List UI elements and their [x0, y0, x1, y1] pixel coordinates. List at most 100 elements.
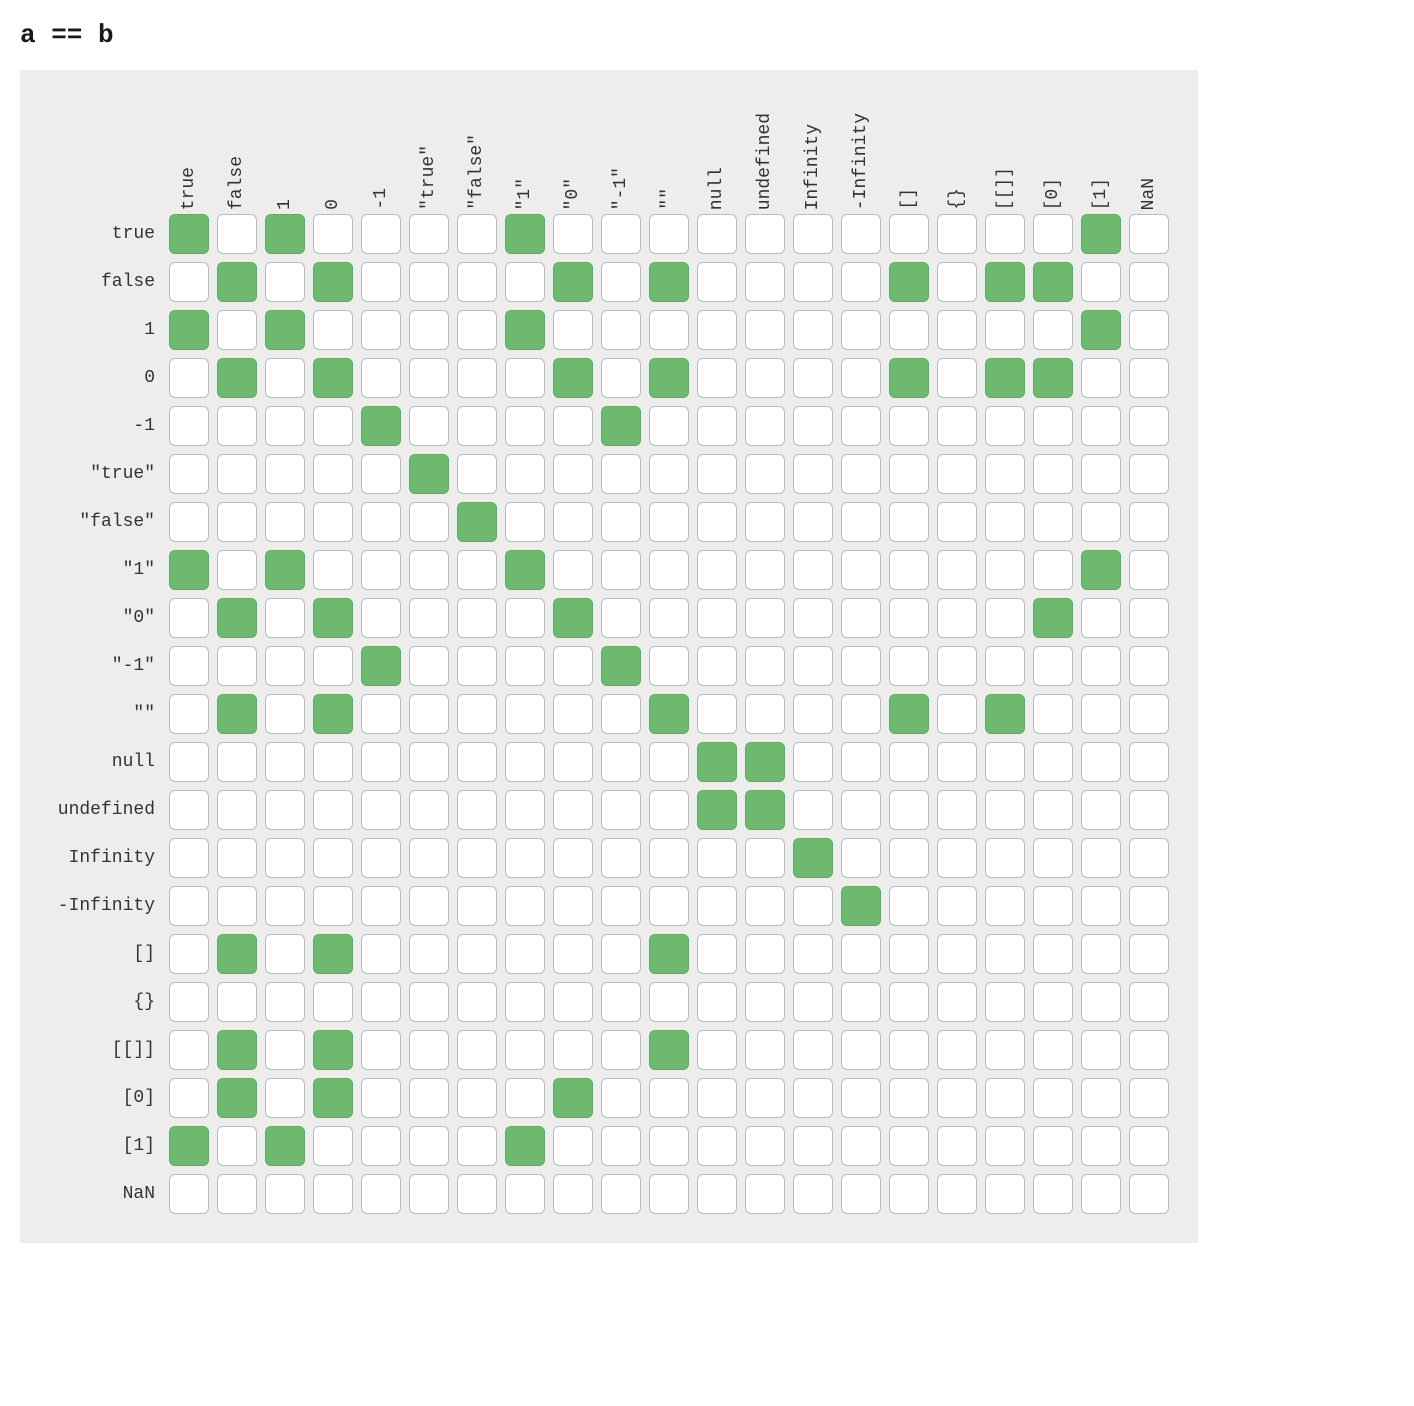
- cell-false: [505, 454, 545, 494]
- cell-true: [217, 1030, 257, 1070]
- cell-true: [553, 1078, 593, 1118]
- row-header: "false": [35, 512, 165, 532]
- cell-false: [697, 694, 737, 734]
- cell-false: [457, 1078, 497, 1118]
- equality-cell: [1125, 402, 1173, 450]
- cell-false: [265, 454, 305, 494]
- cell-true: [745, 742, 785, 782]
- row-header: undefined: [35, 800, 165, 820]
- column-header: 1: [261, 90, 309, 210]
- equality-cell: [1125, 1122, 1173, 1170]
- cell-false: [217, 886, 257, 926]
- equality-cell: [789, 834, 837, 882]
- cell-false: [1033, 790, 1073, 830]
- cell-false: [1033, 646, 1073, 686]
- equality-cell: [1125, 978, 1173, 1026]
- equality-cell: [741, 594, 789, 642]
- equality-cell: [213, 642, 261, 690]
- equality-cell: [453, 210, 501, 258]
- cell-false: [505, 886, 545, 926]
- cell-false: [937, 262, 977, 302]
- cell-false: [1033, 838, 1073, 878]
- cell-false: [169, 1078, 209, 1118]
- column-header-label: "false": [467, 129, 487, 210]
- cell-false: [1033, 694, 1073, 734]
- equality-cell: [405, 786, 453, 834]
- equality-cell: [1029, 930, 1077, 978]
- cell-false: [265, 262, 305, 302]
- equality-cell: [693, 450, 741, 498]
- cell-false: [217, 214, 257, 254]
- equality-cell: [981, 834, 1029, 882]
- equality-cell: [837, 690, 885, 738]
- column-header-label: 0: [323, 194, 343, 210]
- equality-cell: [885, 546, 933, 594]
- cell-false: [937, 358, 977, 398]
- cell-true: [697, 790, 737, 830]
- cell-false: [985, 742, 1025, 782]
- cell-false: [313, 406, 353, 446]
- cell-false: [361, 1030, 401, 1070]
- cell-false: [265, 934, 305, 974]
- cell-true: [1081, 550, 1121, 590]
- equality-cell: [885, 1122, 933, 1170]
- cell-false: [217, 502, 257, 542]
- cell-false: [1033, 886, 1073, 926]
- grid-row: -1: [35, 402, 1173, 450]
- cell-false: [361, 262, 401, 302]
- cell-false: [361, 790, 401, 830]
- column-header-label: 1: [275, 194, 295, 210]
- cell-false: [841, 262, 881, 302]
- cell-false: [457, 214, 497, 254]
- column-header: undefined: [741, 90, 789, 210]
- equality-cell: [981, 402, 1029, 450]
- equality-cell: [981, 450, 1029, 498]
- equality-cell: [981, 306, 1029, 354]
- row-header: "true": [35, 464, 165, 484]
- cell-false: [217, 550, 257, 590]
- equality-cell: [165, 1074, 213, 1122]
- equality-cell: [165, 1026, 213, 1074]
- cell-false: [409, 406, 449, 446]
- equality-cell: [453, 354, 501, 402]
- equality-cell: [213, 690, 261, 738]
- equality-cell: [597, 498, 645, 546]
- equality-cell: [933, 642, 981, 690]
- equality-cell: [1077, 258, 1125, 306]
- equality-cell: [645, 642, 693, 690]
- cell-true: [217, 358, 257, 398]
- cell-false: [169, 694, 209, 734]
- equality-cell: [549, 930, 597, 978]
- cell-false: [265, 358, 305, 398]
- grid-row: "1": [35, 546, 1173, 594]
- equality-cell: [357, 930, 405, 978]
- equality-cell: [453, 546, 501, 594]
- cell-false: [793, 214, 833, 254]
- equality-cell: [1077, 834, 1125, 882]
- cell-false: [265, 886, 305, 926]
- equality-cell: [981, 210, 1029, 258]
- equality-cell: [1125, 210, 1173, 258]
- equality-cell: [165, 882, 213, 930]
- equality-cell: [741, 738, 789, 786]
- cell-false: [745, 982, 785, 1022]
- equality-cell: [453, 930, 501, 978]
- equality-cell: [165, 402, 213, 450]
- cell-false: [1129, 262, 1169, 302]
- equality-cell: [213, 786, 261, 834]
- equality-cell: [309, 306, 357, 354]
- cell-false: [985, 982, 1025, 1022]
- equality-cell: [261, 786, 309, 834]
- chart-title: a == b: [20, 20, 1394, 50]
- equality-cell: [165, 834, 213, 882]
- cell-false: [937, 502, 977, 542]
- cell-false: [649, 1126, 689, 1166]
- equality-cell: [501, 882, 549, 930]
- row-header: -1: [35, 416, 165, 436]
- equality-cell: [357, 594, 405, 642]
- equality-cell: [981, 642, 1029, 690]
- equality-cell: [693, 1026, 741, 1074]
- grid-row: null: [35, 738, 1173, 786]
- equality-cell: [261, 930, 309, 978]
- equality-cell: [645, 978, 693, 1026]
